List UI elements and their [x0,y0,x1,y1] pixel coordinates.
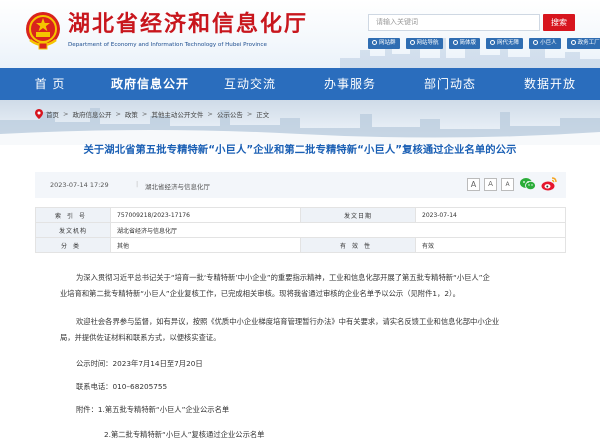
breadcrumb-item-gov-info[interactable]: 政府信息公开 [72,109,111,119]
nav-item-news[interactable]: 部门动态 [400,68,500,100]
body-paragraph: 局，并提供佐证材料和联系方式，以便核实查证。 [60,332,221,342]
quick-links: 网站群 网站导航 简体版 网代无障 小巨人 政务工厂 [368,38,600,49]
info-label: 索引号 [35,207,111,223]
contact-phone: 联系电话：010–68205755 [76,382,168,391]
attachment-1-link[interactable]: 附件：1.第五批专精特新“小巨人”企业公示名单 [76,402,571,418]
accessibility-icon [490,39,496,45]
breadcrumb-item-notices[interactable]: 公示公告 [217,109,243,119]
info-value: 有效 [415,237,566,253]
article-body: 欢迎社会各界参与监督，如有异议，按照《优质中小企业梯度培育管理暂行办法》中有关要… [60,314,555,345]
breadcrumb-item-other-files[interactable]: 其他主动公开文件 [151,109,203,119]
main-nav: 首 页 政府信息公开 互动交流 办事服务 部门动态 数据开放 [0,68,600,100]
font-small-button[interactable]: A [501,178,514,191]
info-value: 湖北省经济与信息化厅 [110,222,566,238]
quick-link-site-nav[interactable]: 网站导航 [405,38,443,49]
meta-divider: | [136,180,139,188]
share-buttons [520,177,557,191]
star-icon [533,39,539,45]
publicity-period: 公示时间：2023年7月14日至7月20日 [76,359,203,368]
body-paragraph: 业培育和第二批专精特新“小巨人”企业复核工作，已完成相关审核。现将我省通过审核的… [60,288,460,298]
nav-item-home[interactable]: 首 页 [0,68,100,100]
breadcrumb-item-home[interactable]: 首页 [46,109,59,119]
font-large-button[interactable]: A [467,178,480,191]
site-subtitle: Department of Economy and Information Te… [68,42,267,48]
breadcrumb-separator: > [115,110,121,118]
nav-item-open-data[interactable]: 数据开放 [500,68,600,100]
body-paragraph: 欢迎社会各界参与监督，如有异议，按照《优质中小企业梯度培育管理暂行办法》中有关要… [76,317,500,326]
info-value: 757009218/2023-17176 [110,207,301,223]
weibo-icon[interactable] [541,177,557,191]
breadcrumb-item-policy[interactable]: 政策 [125,109,138,119]
info-label: 发文日期 [300,207,416,223]
breadcrumb-separator: > [63,110,69,118]
breadcrumb: 首页 > 政府信息公开 > 政策 > 其他主动公开文件 > 公示公告 > 正文 [35,108,269,120]
document-info-table: 索引号 757009218/2023-17176 发文日期 2023-07-14… [35,207,566,253]
article-body: 为深入贯彻习近平总书记关于“培育一批‘专精特新’中小企业”的重要指示精神，工业和… [60,270,555,301]
table-row: 分类 其他 有效性 有效 [35,237,566,253]
nav-icon [409,39,415,45]
breadcrumb-separator: > [207,110,213,118]
quick-link-simplified[interactable]: 简体版 [448,38,481,49]
site-header: 湖北省经济和信息化厅 Department of Economy and Inf… [0,0,600,68]
wechat-icon[interactable] [520,177,536,191]
nav-item-gov-info[interactable]: 政府信息公开 [100,68,200,100]
factory-icon [570,39,576,45]
nav-item-services[interactable]: 办事服务 [300,68,400,100]
info-value: 其他 [110,237,301,253]
site-title[interactable]: 湖北省经济和信息化厅 [68,12,308,38]
search-button[interactable]: 搜索 [543,14,575,31]
article-title: 关于湖北省第五批专精特新“小巨人”企业和第二批专精特新“小巨人”复核通过企业名单… [83,144,517,156]
breadcrumb-separator: > [246,110,253,118]
info-label: 有效性 [300,237,416,253]
location-pin-icon [35,109,43,119]
table-row: 发文机构 湖北省经济与信息化厅 [35,222,566,238]
info-value: 2023-07-14 [415,207,566,223]
quick-link-accessibility[interactable]: 网代无障 [486,38,524,49]
globe-icon [372,39,377,45]
font-size-controls: A A A [467,178,514,191]
search-input[interactable]: 请输入关键词 [368,14,540,31]
publish-date: 2023-07-14 17:29 [50,181,109,189]
banner-cityscape [0,108,600,145]
article-meta-bar: 2023-07-14 17:29 | 湖北省经济与信息化厅 A A A [35,172,566,198]
nav-item-interaction[interactable]: 互动交流 [200,68,300,100]
quick-link-gov-factory[interactable]: 政务工厂 [566,38,600,49]
info-label: 分类 [35,237,111,253]
attachment-2-link[interactable]: 2.第二批专精特新“小巨人”复核通过企业公示名单 [104,427,599,443]
publish-source: 湖北省经济与信息化厅 [145,183,210,191]
quick-link-little-giant[interactable]: 小巨人 [529,38,561,49]
font-medium-button[interactable]: A [484,178,497,191]
quick-link-site-group[interactable]: 网站群 [368,38,400,49]
banner-image [0,100,600,145]
national-emblem-icon [26,12,60,50]
breadcrumb-item-current: 正文 [256,111,270,119]
breadcrumb-separator: > [141,110,148,118]
body-paragraph: 为深入贯彻习近平总书记关于“培育一批‘专精特新’中小企业”的重要指示精神，工业和… [76,273,490,282]
table-row: 索引号 757009218/2023-17176 发文日期 2023-07-14 [35,207,566,223]
language-icon [452,39,458,45]
info-label: 发文机构 [35,222,111,238]
